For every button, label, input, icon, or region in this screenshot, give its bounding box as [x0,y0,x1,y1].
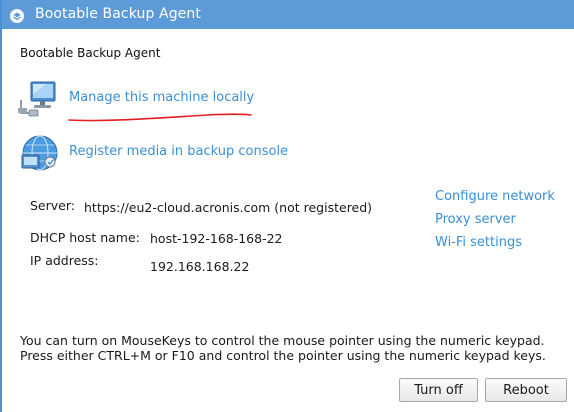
ip-address-value: 192.168.168.22 [150,259,250,274]
server-value: https://eu2-cloud.acronis.com (not regis… [84,200,373,215]
register-media-action[interactable]: Register media in backup console [18,131,298,175]
app-window: Bootable Backup Agent Bootable Backup Ag… [0,0,574,412]
proxy-server-link[interactable]: Proxy server [435,212,516,227]
wifi-settings-link[interactable]: Wi-Fi settings [435,235,522,250]
turn-off-button[interactable]: Turn off [399,378,478,402]
ip-address-label: IP address: [30,253,99,268]
title-bar: Bootable Backup Agent [2,0,574,29]
configure-network-link[interactable]: Configure network [435,189,555,204]
dhcp-host-label: DHCP host name: [30,230,140,245]
section-heading: Bootable Backup Agent [20,46,161,60]
computer-icon [18,78,58,122]
register-media-link[interactable]: Register media in backup console [69,144,288,159]
reboot-button[interactable]: Reboot [485,378,567,402]
mousekeys-note-line-2: Press either CTRL+M or F10 and control t… [20,348,546,363]
handwritten-underline-annotation [68,109,253,128]
dhcp-host-value: host-192-168-168-22 [150,231,283,246]
network-globe-icon [18,131,62,179]
window-title: Bootable Backup Agent [35,6,201,22]
manage-locally-link[interactable]: Manage this machine locally [69,90,254,105]
server-label: Server: [30,198,75,213]
app-logo-icon [10,8,24,23]
mousekeys-note-line-1: You can turn on MouseKeys to control the… [20,333,545,348]
